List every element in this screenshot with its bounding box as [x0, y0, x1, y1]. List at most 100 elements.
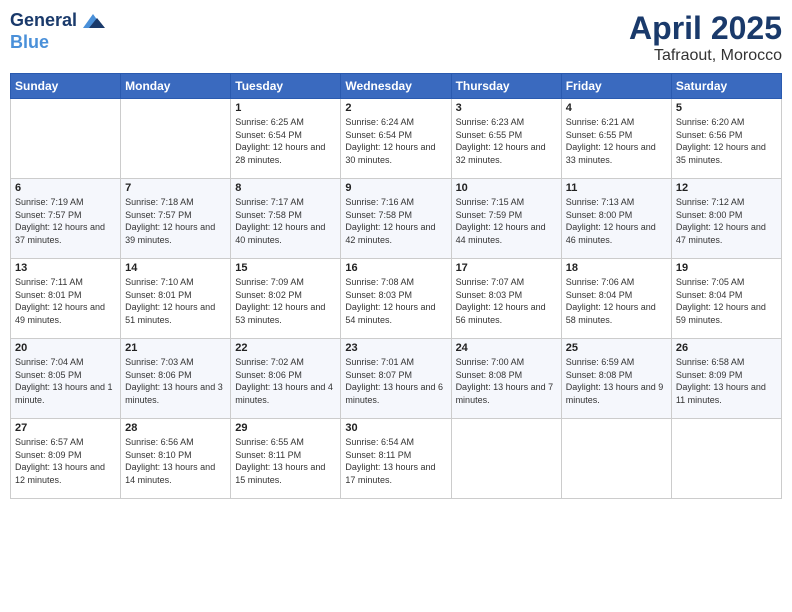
day-number: 30	[345, 422, 446, 434]
table-row: 14 Sunrise: 7:10 AMSunset: 8:01 PMDayligh…	[121, 259, 231, 339]
day-info: Sunrise: 6:59 AMSunset: 8:08 PMDaylight:…	[566, 356, 667, 406]
day-info: Sunrise: 6:21 AMSunset: 6:55 PMDaylight:…	[566, 116, 667, 166]
day-number: 5	[676, 102, 777, 114]
day-info: Sunrise: 7:01 AMSunset: 8:07 PMDaylight:…	[345, 356, 446, 406]
day-info: Sunrise: 7:17 AMSunset: 7:58 PMDaylight:…	[235, 196, 336, 246]
table-row	[561, 419, 671, 499]
table-row	[451, 419, 561, 499]
day-number: 1	[235, 102, 336, 114]
day-info: Sunrise: 6:25 AMSunset: 6:54 PMDaylight:…	[235, 116, 336, 166]
day-info: Sunrise: 6:56 AMSunset: 8:10 PMDaylight:…	[125, 436, 226, 486]
table-row: 18 Sunrise: 7:06 AMSunset: 8:04 PMDayligh…	[561, 259, 671, 339]
day-number: 11	[566, 182, 667, 194]
table-row: 24 Sunrise: 7:00 AMSunset: 8:08 PMDayligh…	[451, 339, 561, 419]
day-number: 18	[566, 262, 667, 274]
day-info: Sunrise: 7:10 AMSunset: 8:01 PMDaylight:…	[125, 276, 226, 326]
table-row: 11 Sunrise: 7:13 AMSunset: 8:00 PMDayligh…	[561, 179, 671, 259]
day-number: 21	[125, 342, 226, 354]
logo-icon	[79, 10, 107, 32]
day-info: Sunrise: 7:11 AMSunset: 8:01 PMDaylight:…	[15, 276, 116, 326]
col-thursday: Thursday	[451, 74, 561, 99]
table-row: 9 Sunrise: 7:16 AMSunset: 7:58 PMDaylight…	[341, 179, 451, 259]
col-sunday: Sunday	[11, 74, 121, 99]
day-info: Sunrise: 7:12 AMSunset: 8:00 PMDaylight:…	[676, 196, 777, 246]
table-row: 19Sunrise: 7:05 AMSunset: 8:04 PMDayligh…	[671, 259, 781, 339]
day-number: 2	[345, 102, 446, 114]
day-info: Sunrise: 6:57 AMSunset: 8:09 PMDaylight:…	[15, 436, 116, 486]
day-number: 22	[235, 342, 336, 354]
table-row: 12 Sunrise: 7:12 AMSunset: 8:00 PMDayligh…	[671, 179, 781, 259]
table-row: 25 Sunrise: 6:59 AMSunset: 8:08 PMDayligh…	[561, 339, 671, 419]
day-number: 7	[125, 182, 226, 194]
table-row: 7 Sunrise: 7:18 AMSunset: 7:57 PMDaylight…	[121, 179, 231, 259]
day-number: 25	[566, 342, 667, 354]
col-monday: Monday	[121, 74, 231, 99]
logo-text: General	[10, 10, 107, 32]
logo-blue: Blue	[10, 32, 107, 54]
day-info: Sunrise: 7:03 AMSunset: 8:06 PMDaylight:…	[125, 356, 226, 406]
day-number: 20	[15, 342, 116, 354]
day-number: 26	[676, 342, 777, 354]
logo: General Blue	[10, 10, 107, 54]
col-saturday: Saturday	[671, 74, 781, 99]
day-number: 9	[345, 182, 446, 194]
day-number: 19	[676, 262, 777, 274]
day-info: Sunrise: 7:13 AMSunset: 8:00 PMDaylight:…	[566, 196, 667, 246]
day-number: 4	[566, 102, 667, 114]
table-row: 17 Sunrise: 7:07 AMSunset: 8:03 PMDayligh…	[451, 259, 561, 339]
table-row: 5 Sunrise: 6:20 AMSunset: 6:56 PMDaylight…	[671, 99, 781, 179]
table-row: 30 Sunrise: 6:54 AMSunset: 8:11 PMDayligh…	[341, 419, 451, 499]
day-info: Sunrise: 6:54 AMSunset: 8:11 PMDaylight:…	[345, 436, 446, 486]
col-friday: Friday	[561, 74, 671, 99]
title-section: April 2025 Tafraout, Morocco	[629, 10, 782, 65]
day-number: 6	[15, 182, 116, 194]
table-row: 3 Sunrise: 6:23 AMSunset: 6:55 PMDaylight…	[451, 99, 561, 179]
page: General Blue April 2025 Tafraout, Morocc…	[0, 0, 792, 612]
table-row: 10Sunrise: 7:15 AMSunset: 7:59 PMDayligh…	[451, 179, 561, 259]
day-info: Sunrise: 7:18 AMSunset: 7:57 PMDaylight:…	[125, 196, 226, 246]
col-tuesday: Tuesday	[231, 74, 341, 99]
table-row: 21 Sunrise: 7:03 AMSunset: 8:06 PMDayligh…	[121, 339, 231, 419]
day-number: 14	[125, 262, 226, 274]
day-number: 3	[456, 102, 557, 114]
day-info: Sunrise: 7:02 AMSunset: 8:06 PMDaylight:…	[235, 356, 336, 406]
day-info: Sunrise: 7:00 AMSunset: 8:08 PMDaylight:…	[456, 356, 557, 406]
table-row: 2Sunrise: 6:24 AMSunset: 6:54 PMDaylight…	[341, 99, 451, 179]
day-number: 16	[345, 262, 446, 274]
day-number: 24	[456, 342, 557, 354]
day-info: Sunrise: 6:23 AMSunset: 6:55 PMDaylight:…	[456, 116, 557, 166]
day-number: 17	[456, 262, 557, 274]
table-row: 27 Sunrise: 6:57 AMSunset: 8:09 PMDayligh…	[11, 419, 121, 499]
day-number: 29	[235, 422, 336, 434]
header: General Blue April 2025 Tafraout, Morocc…	[10, 10, 782, 65]
table-row: 23Sunrise: 7:01 AMSunset: 8:07 PMDayligh…	[341, 339, 451, 419]
table-row	[121, 99, 231, 179]
day-number: 28	[125, 422, 226, 434]
day-info: Sunrise: 6:58 AMSunset: 8:09 PMDaylight:…	[676, 356, 777, 406]
day-info: Sunrise: 6:20 AMSunset: 6:56 PMDaylight:…	[676, 116, 777, 166]
day-number: 13	[15, 262, 116, 274]
day-info: Sunrise: 7:04 AMSunset: 8:05 PMDaylight:…	[15, 356, 116, 406]
table-row: 28 Sunrise: 6:56 AMSunset: 8:10 PMDayligh…	[121, 419, 231, 499]
table-row: 8Sunrise: 7:17 AMSunset: 7:58 PMDaylight…	[231, 179, 341, 259]
day-info: Sunrise: 7:06 AMSunset: 8:04 PMDaylight:…	[566, 276, 667, 326]
table-row: 22 Sunrise: 7:02 AMSunset: 8:06 PMDayligh…	[231, 339, 341, 419]
table-row: 1 Sunrise: 6:25 AMSunset: 6:54 PMDaylight…	[231, 99, 341, 179]
day-info: Sunrise: 7:19 AMSunset: 7:57 PMDaylight:…	[15, 196, 116, 246]
day-info: Sunrise: 7:08 AMSunset: 8:03 PMDaylight:…	[345, 276, 446, 326]
table-row: 13 Sunrise: 7:11 AMSunset: 8:01 PMDayligh…	[11, 259, 121, 339]
table-row	[671, 419, 781, 499]
table-row: 16 Sunrise: 7:08 AMSunset: 8:03 PMDayligh…	[341, 259, 451, 339]
table-row: 20 Sunrise: 7:04 AMSunset: 8:05 PMDayligh…	[11, 339, 121, 419]
calendar-title: April 2025	[629, 10, 782, 47]
day-number: 27	[15, 422, 116, 434]
day-info: Sunrise: 7:09 AMSunset: 8:02 PMDaylight:…	[235, 276, 336, 326]
table-row	[11, 99, 121, 179]
day-info: Sunrise: 7:15 AMSunset: 7:59 PMDaylight:…	[456, 196, 557, 246]
calendar-table: Sunday Monday Tuesday Wednesday Thursday…	[10, 73, 782, 499]
day-info: Sunrise: 7:07 AMSunset: 8:03 PMDaylight:…	[456, 276, 557, 326]
day-number: 12	[676, 182, 777, 194]
day-number: 15	[235, 262, 336, 274]
day-info: Sunrise: 7:16 AMSunset: 7:58 PMDaylight:…	[345, 196, 446, 246]
day-info: Sunrise: 6:55 AMSunset: 8:11 PMDaylight:…	[235, 436, 336, 486]
